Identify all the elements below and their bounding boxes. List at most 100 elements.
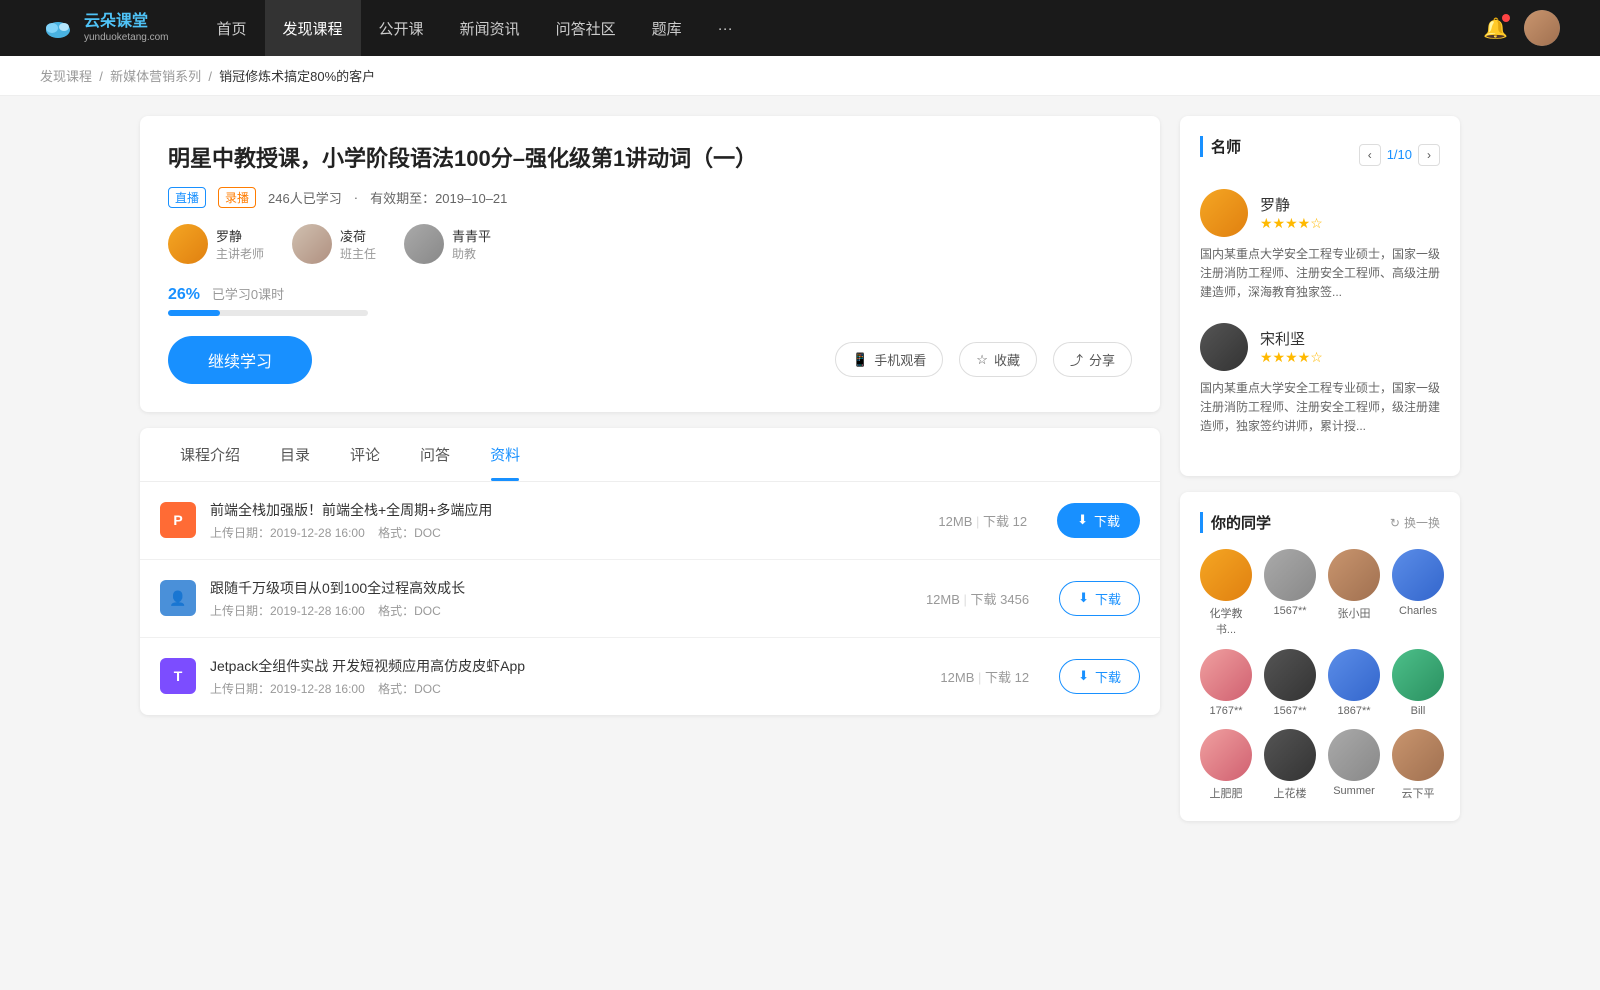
teacher-0: 罗静 主讲老师 [168, 224, 264, 264]
resource-info-2: Jetpack全组件实战 开发短视频应用高仿皮皮虾App 上传日期：2019-1… [210, 656, 926, 697]
classmate-name-1: 1567** [1273, 605, 1306, 617]
download-button-2[interactable]: ⬇ 下载 [1059, 659, 1140, 694]
classmate-name-5: 1567** [1273, 705, 1306, 717]
teacher-role-2: 助教 [452, 245, 491, 262]
user-avatar-nav[interactable] [1524, 10, 1560, 46]
tab-intro[interactable]: 课程介绍 [160, 428, 260, 481]
download-button-0[interactable]: ⬇ 下载 [1057, 503, 1140, 538]
nav-quiz[interactable]: 题库 [634, 0, 700, 56]
teacher-name-2: 青青平 [452, 226, 491, 245]
resource-meta-2: 上传日期：2019-12-28 16:00 格式：DOC [210, 680, 926, 697]
progress-pct: 26% [168, 286, 200, 303]
classmates-card: 你的同学 ↻ 换一换 化学教书... 1567** 张小田 [1180, 492, 1460, 821]
tab-catalog[interactable]: 目录 [260, 428, 330, 481]
nav-qa[interactable]: 问答社区 [538, 0, 634, 56]
collect-button[interactable]: ☆ 收藏 [959, 342, 1037, 377]
teachers-sidebar-card: 名师 ‹ 1/10 › 罗静 ★★★★☆ 国内某重点大学安全工程专业硕士，国家一… [1180, 116, 1460, 476]
classmate-name-10: Summer [1333, 785, 1375, 797]
resource-title-1: 跟随千万级项目从0到100全过程高效成长 [210, 578, 912, 598]
classmate-0: 化学教书... [1200, 549, 1252, 637]
resource-item-2: T Jetpack全组件实战 开发短视频应用高仿皮皮虾App 上传日期：2019… [140, 638, 1160, 715]
teacher-next-button[interactable]: › [1418, 144, 1440, 166]
resource-meta-1: 上传日期：2019-12-28 16:00 格式：DOC [210, 602, 912, 619]
share-button[interactable]: ⤴ 分享 [1053, 342, 1132, 377]
teacher-2: 青青平 助教 [404, 224, 491, 264]
tab-qa[interactable]: 问答 [400, 428, 470, 481]
resource-stats-2: 12MB | 下载 12 [940, 667, 1029, 686]
classmates-grid: 化学教书... 1567** 张小田 Charles 1767** [1200, 549, 1440, 801]
classmate-9: 上花楼 [1264, 729, 1316, 801]
progress-section: 26% 已学习0课时 [168, 284, 1132, 316]
classmate-avatar-3 [1392, 549, 1444, 601]
classmate-avatar-6 [1328, 649, 1380, 701]
classmate-name-9: 上花楼 [1274, 785, 1307, 801]
learner-count: 246人已学习 [268, 188, 342, 207]
nav-discover[interactable]: 发现课程 [265, 0, 361, 56]
resource-icon-0: P [160, 502, 196, 538]
tab-resource[interactable]: 资料 [470, 428, 540, 481]
classmate-name-2: 张小田 [1338, 605, 1371, 621]
teacher-sidebar-1: 宋利坚 ★★★★☆ 国内某重点大学安全工程专业硕士，国家一级注册消防工程师、注册… [1200, 323, 1440, 437]
classmates-title: 你的同学 [1200, 512, 1271, 533]
resource-title-0: 前端全栈加强版！前端全栈+全周期+多端应用 [210, 500, 924, 520]
classmate-avatar-11 [1392, 729, 1444, 781]
share-icon: ⤴ [1070, 350, 1083, 369]
classmate-6: 1867** [1328, 649, 1380, 717]
tab-review[interactable]: 评论 [330, 428, 400, 481]
nav-right: 🔔 [1483, 10, 1560, 46]
classmate-8: 上肥肥 [1200, 729, 1252, 801]
logo-name: 云朵课堂 [84, 12, 169, 31]
teachers-sidebar-title: 名师 [1200, 136, 1241, 157]
navbar: 云朵课堂 yunduoketang.com 首页 发现课程 公开课 新闻资讯 问… [0, 0, 1600, 56]
sidebar: 名师 ‹ 1/10 › 罗静 ★★★★☆ 国内某重点大学安全工程专业硕士，国家一… [1180, 116, 1460, 837]
resource-item-1: 👤 跟随千万级项目从0到100全过程高效成长 上传日期：2019-12-28 1… [140, 560, 1160, 638]
download-icon-1: ⬇ [1078, 590, 1089, 606]
teacher-sidebar-name-1: 宋利坚 [1260, 328, 1323, 349]
teacher-sidebar-0: 罗静 ★★★★☆ 国内某重点大学安全工程专业硕士，国家一级注册消防工程师、注册安… [1200, 189, 1440, 303]
classmates-header: 你的同学 ↻ 换一换 [1200, 512, 1440, 533]
teacher-prev-button[interactable]: ‹ [1359, 144, 1381, 166]
refresh-button[interactable]: ↻ 换一换 [1390, 514, 1440, 531]
classmate-avatar-7 [1392, 649, 1444, 701]
classmate-name-8: 上肥肥 [1210, 785, 1243, 801]
nav-home[interactable]: 首页 [199, 0, 265, 56]
progress-bar-bg [168, 310, 368, 316]
resource-title-2: Jetpack全组件实战 开发短视频应用高仿皮皮虾App [210, 656, 926, 676]
teacher-role-0: 主讲老师 [216, 245, 264, 262]
nav-open[interactable]: 公开课 [361, 0, 442, 56]
logo-icon [40, 10, 76, 46]
badge-live: 直播 [168, 187, 206, 208]
teacher-avatar-1 [292, 224, 332, 264]
classmate-avatar-10 [1328, 729, 1380, 781]
continue-button[interactable]: 继续学习 [168, 336, 312, 384]
classmate-avatar-9 [1264, 729, 1316, 781]
notification-bell[interactable]: 🔔 [1483, 16, 1508, 41]
resource-meta-0: 上传日期：2019-12-28 16:00 格式：DOC [210, 524, 924, 541]
mobile-watch-button[interactable]: 📱 手机观看 [835, 342, 943, 377]
nav-news[interactable]: 新闻资讯 [442, 0, 538, 56]
classmate-name-4: 1767** [1209, 705, 1242, 717]
resource-info-1: 跟随千万级项目从0到100全过程高效成长 上传日期：2019-12-28 16:… [210, 578, 912, 619]
logo-sub: yunduoketang.com [84, 32, 169, 44]
classmate-11: 云下平 [1392, 729, 1444, 801]
nav-more[interactable]: ··· [700, 0, 751, 56]
star-icon: ☆ [976, 352, 988, 368]
classmate-name-3: Charles [1399, 605, 1437, 617]
download-icon-0: ⬇ [1077, 512, 1088, 528]
teacher-role-1: 班主任 [340, 245, 376, 262]
teacher-avatar-2 [404, 224, 444, 264]
classmate-avatar-8 [1200, 729, 1252, 781]
notification-dot [1502, 14, 1510, 22]
breadcrumb-series[interactable]: 新媒体营销系列 [110, 69, 201, 84]
classmate-name-11: 云下平 [1402, 785, 1435, 801]
download-button-1[interactable]: ⬇ 下载 [1059, 581, 1140, 616]
classmate-name-0: 化学教书... [1200, 605, 1252, 637]
classmate-4: 1767** [1200, 649, 1252, 717]
logo[interactable]: 云朵课堂 yunduoketang.com [40, 10, 169, 46]
classmate-avatar-2 [1328, 549, 1380, 601]
course-card: 明星中教授课，小学阶段语法100分–强化级第1讲动词（一） 直播 录播 246人… [140, 116, 1160, 412]
teacher-sidebar-desc-1: 国内某重点大学安全工程专业硕士，国家一级注册消防工程师、注册安全工程师，级注册建… [1200, 379, 1440, 437]
secondary-buttons: 📱 手机观看 ☆ 收藏 ⤴ 分享 [835, 342, 1132, 377]
resource-icon-2: T [160, 658, 196, 694]
breadcrumb-discover[interactable]: 发现课程 [40, 69, 92, 84]
